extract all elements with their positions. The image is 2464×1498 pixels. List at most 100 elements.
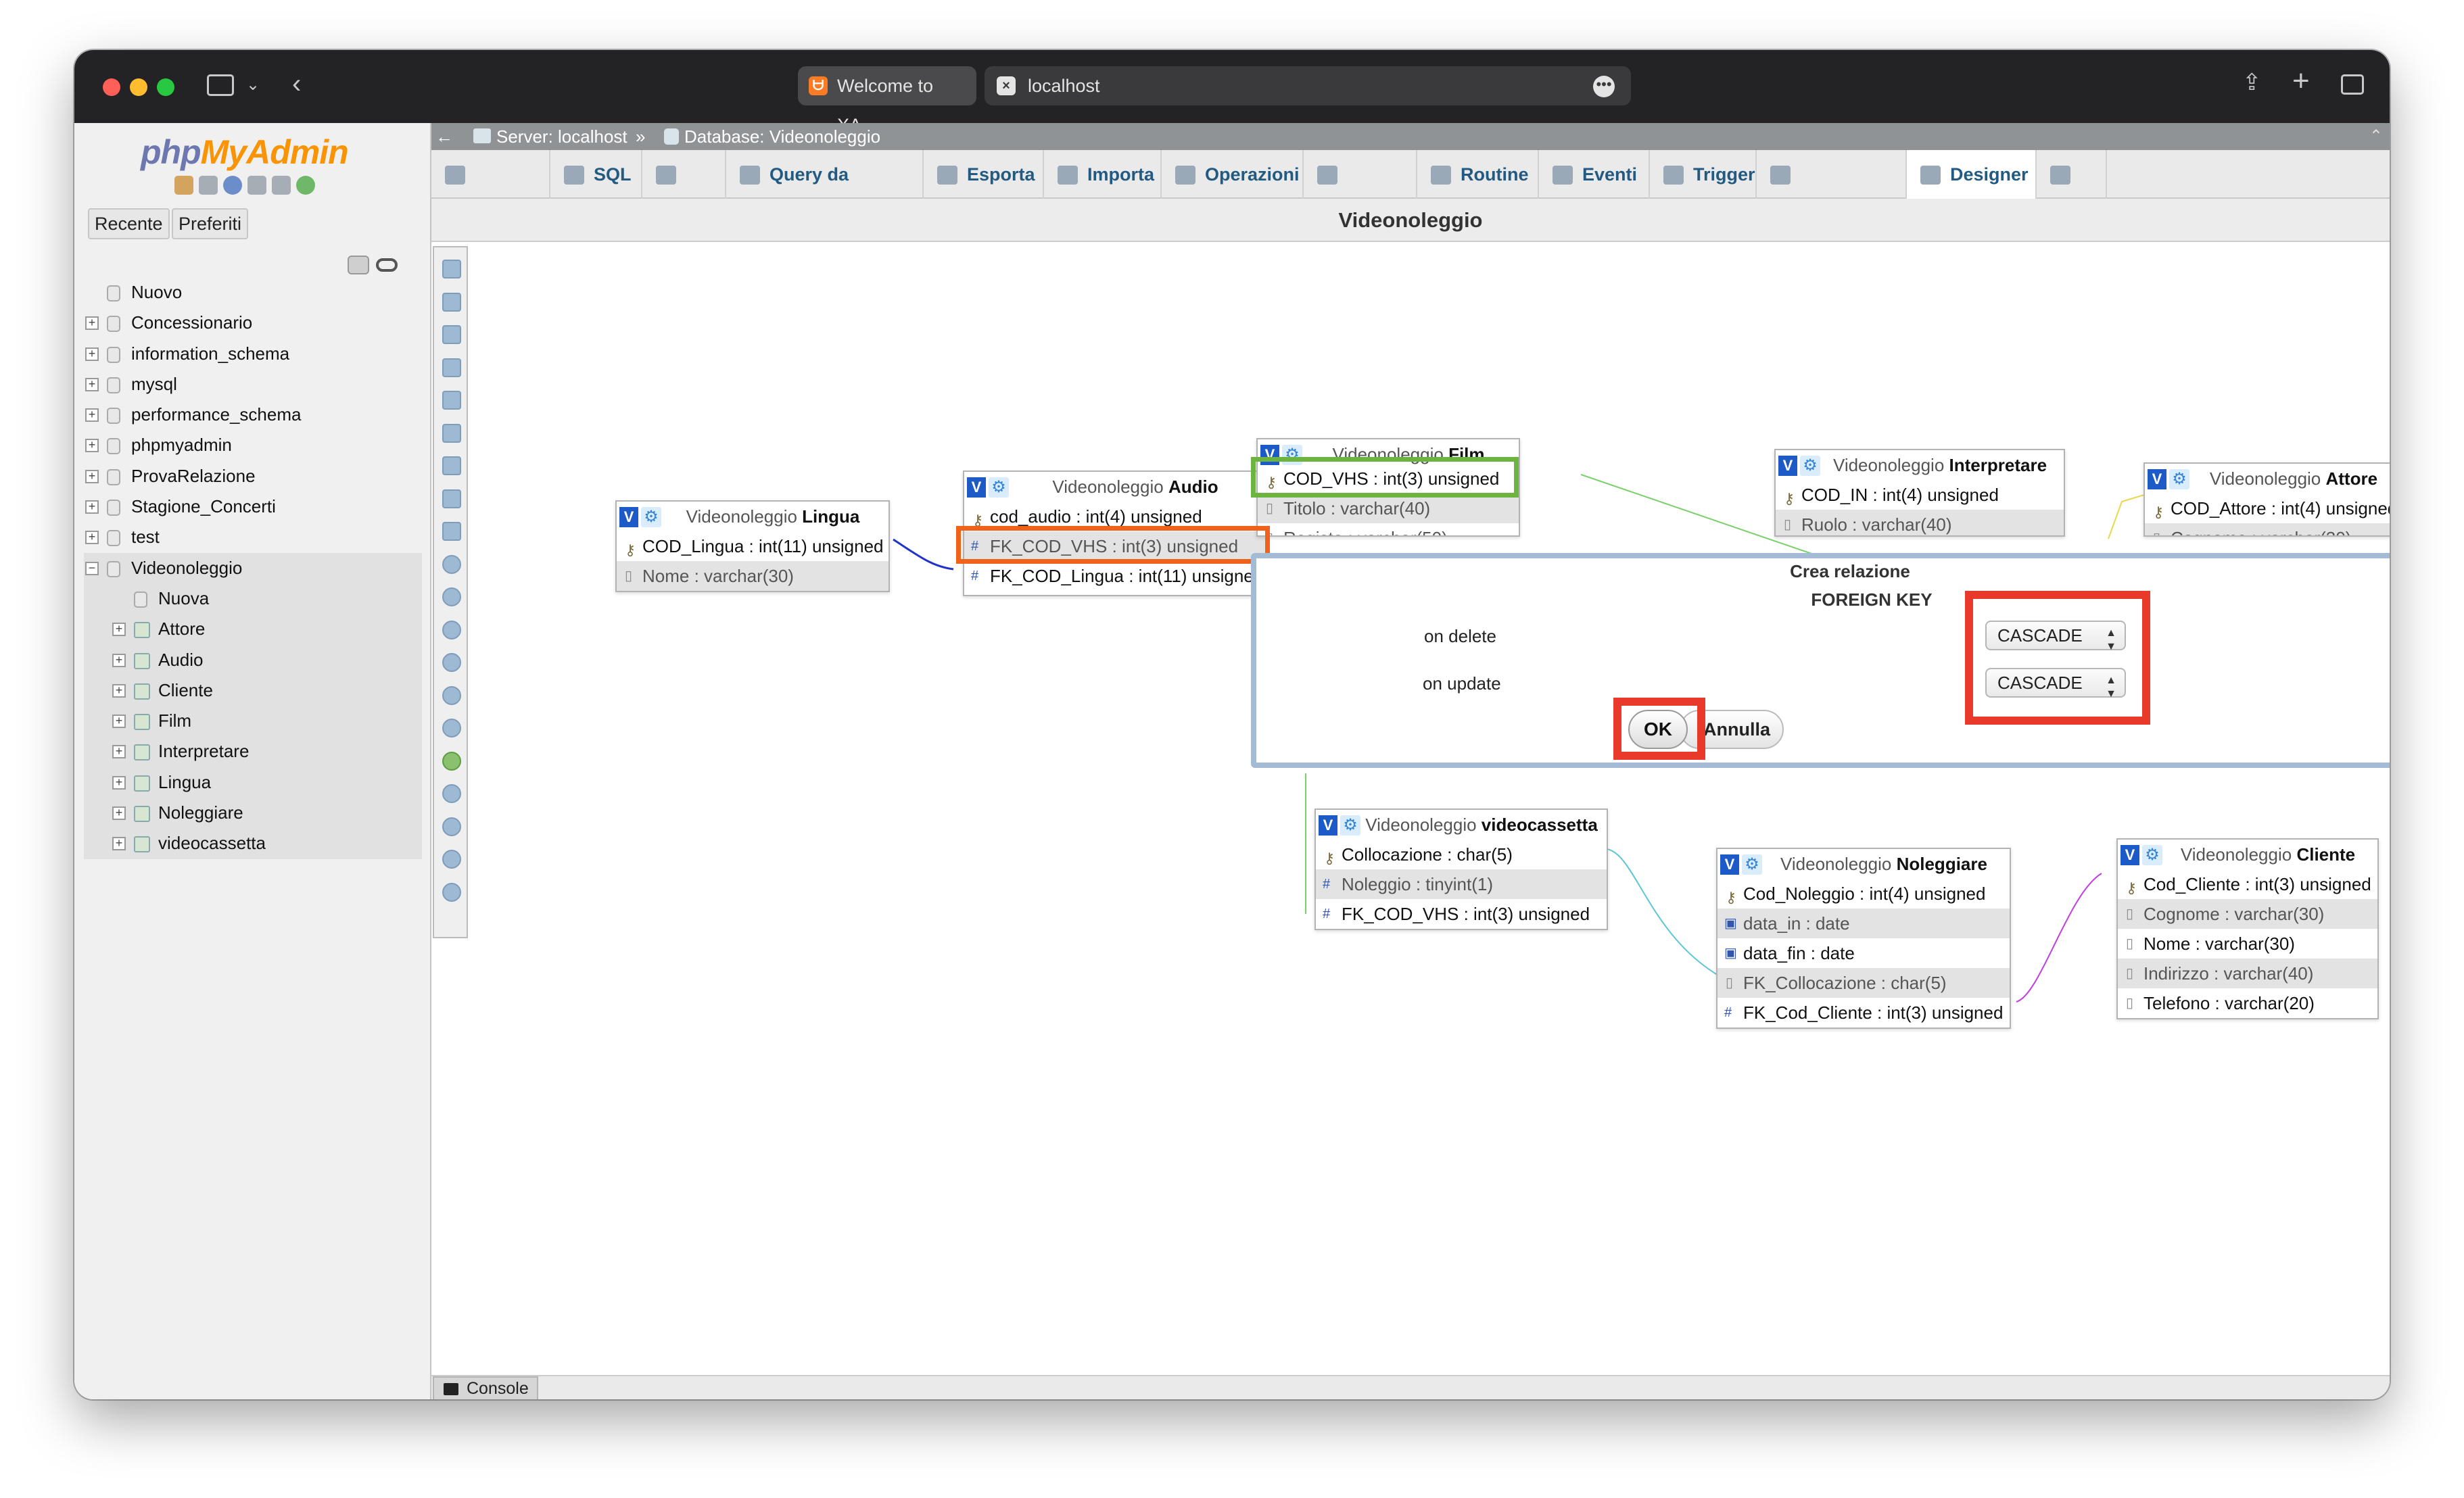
column-noleggio[interactable]: Noleggio : tinyint(1) bbox=[1342, 874, 1493, 894]
expand-icon[interactable]: + bbox=[112, 837, 126, 851]
column-data-fin[interactable]: data_fin : date bbox=[1743, 943, 1855, 963]
tree-item-attore[interactable]: + Attore bbox=[84, 614, 422, 645]
save-as-icon[interactable] bbox=[442, 456, 461, 475]
browser-tab-xampp[interactable]: ᗨ Welcome to XA... bbox=[798, 66, 976, 135]
tree-item-provarelazione[interactable]: + ProvaRelazione bbox=[84, 461, 422, 491]
tree-item-label[interactable]: Videonoleggio bbox=[131, 553, 242, 583]
phpmyadmin-logo[interactable]: phpMyAdmin bbox=[141, 132, 349, 172]
pin-text-icon[interactable] bbox=[442, 817, 461, 836]
tree-item-stagione-concerti[interactable]: + Stagione_Concerti bbox=[84, 491, 422, 522]
toggle-small-big-icon[interactable] bbox=[442, 685, 461, 705]
recent-button[interactable]: Recente bbox=[88, 208, 170, 239]
tree-item-mysql[interactable]: + mysql bbox=[84, 369, 422, 400]
column-cognome[interactable]: Cognome : varchar(30) bbox=[2171, 528, 2351, 535]
tree-item-concessionario[interactable]: + Concessionario bbox=[84, 308, 422, 338]
zoom-window-button[interactable] bbox=[157, 78, 174, 96]
column-fk-cod-cliente[interactable]: FK_Cod_Cliente : int(3) unsigned bbox=[1743, 1002, 2003, 1023]
column-collocazione[interactable]: Collocazione : char(5) bbox=[1342, 844, 1513, 865]
expand-icon[interactable]: + bbox=[112, 623, 126, 637]
angular-direct-icon[interactable] bbox=[442, 587, 461, 606]
column-cod-noleggio[interactable]: Cod_Noleggio : int(4) unsigned bbox=[1743, 884, 1985, 904]
tree-item-performance-schema[interactable]: + performance_schema bbox=[84, 400, 422, 430]
designer-table-attore[interactable]: V ⚙ Videonoleggio Attore ⚷ COD_Attore : int… bbox=[2143, 462, 2390, 537]
tree-item-phpmyadmin[interactable]: + phpmyadmin bbox=[84, 430, 422, 460]
tree-item-cliente[interactable]: + Cliente bbox=[84, 675, 422, 706]
tab-overview-icon[interactable] bbox=[2341, 74, 2364, 95]
tree-item-test[interactable]: + test bbox=[84, 522, 422, 552]
tree-item-label[interactable]: mysql bbox=[131, 369, 177, 400]
designer-table-interpretare[interactable]: V ⚙ Videonoleggio Interpretare ⚷ COD_IN : i… bbox=[1774, 449, 2065, 537]
tree-item-audio[interactable]: + Audio bbox=[84, 644, 422, 675]
tree-item-label[interactable]: phpmyadmin bbox=[131, 430, 232, 460]
column-cod-in[interactable]: COD_IN : int(4) unsigned bbox=[1801, 485, 1999, 505]
help-icon[interactable] bbox=[442, 850, 461, 869]
designer-table-noleggiare[interactable]: V ⚙ Videonoleggio Noleggiare ⚷ Cod_Noleggio… bbox=[1716, 848, 2011, 1029]
save-icon[interactable] bbox=[442, 423, 461, 443]
tree-item-label[interactable]: ProvaRelazione bbox=[131, 461, 256, 491]
home-icon[interactable] bbox=[174, 176, 193, 195]
tree-item-interpretare[interactable]: + Interpretare bbox=[84, 736, 422, 767]
tree-item-label[interactable]: performance_schema bbox=[131, 400, 301, 430]
expand-icon[interactable]: + bbox=[112, 683, 126, 698]
tree-item-label[interactable]: videocassetta bbox=[158, 828, 266, 859]
column-nome[interactable]: Nome : varchar(30) bbox=[642, 566, 794, 586]
tree-item-label[interactable]: Stagione_Concerti bbox=[131, 491, 276, 522]
new-tab-icon[interactable]: + bbox=[2292, 66, 2310, 96]
edit-page-icon[interactable] bbox=[442, 391, 461, 410]
export-schema-icon[interactable] bbox=[442, 522, 461, 541]
column-fk-cod-vhs[interactable]: FK_COD_VHS : int(3) unsigned bbox=[1342, 904, 1590, 924]
settings-icon[interactable] bbox=[272, 176, 291, 195]
tree-item-videonoleggio[interactable]: − Videonoleggio bbox=[84, 552, 422, 583]
column-regista[interactable]: Regista : varchar(50) bbox=[1283, 528, 1448, 535]
console-button[interactable]: Console bbox=[433, 1376, 538, 1399]
tree-item-label[interactable]: Attore bbox=[158, 614, 205, 644]
column-titolo[interactable]: Titolo : varchar(40) bbox=[1283, 498, 1430, 518]
column-cod-cliente[interactable]: Cod_Cliente : int(3) unsigned bbox=[2143, 874, 2371, 894]
column-cod-attore[interactable]: COD_Attore : int(4) unsigned bbox=[2171, 498, 2390, 518]
expand-icon[interactable]: + bbox=[85, 469, 99, 483]
tree-item-nuova[interactable]: Nuova bbox=[84, 583, 422, 614]
tree-item-label[interactable]: Audio bbox=[158, 645, 204, 675]
expand-icon[interactable]: + bbox=[85, 439, 99, 453]
expand-icon[interactable]: + bbox=[85, 316, 99, 331]
anchor-icon[interactable] bbox=[442, 882, 461, 902]
tree-item-label[interactable]: Interpretare bbox=[158, 736, 249, 767]
minimize-window-button[interactable] bbox=[130, 78, 147, 96]
more-icon[interactable]: ••• bbox=[1593, 76, 1615, 97]
add-tables-icon[interactable] bbox=[442, 325, 461, 344]
tree-item-noleggiare[interactable]: + Noleggiare bbox=[84, 798, 422, 829]
logout-icon[interactable] bbox=[199, 176, 218, 195]
sidebar-toggle-icon[interactable] bbox=[207, 74, 234, 96]
expand-icon[interactable]: + bbox=[85, 408, 99, 422]
close-icon[interactable]: × bbox=[997, 76, 1016, 95]
tree-item-videocassetta[interactable]: + videocassetta bbox=[84, 828, 422, 859]
toggle-menu-icon[interactable] bbox=[442, 260, 461, 279]
link-icon[interactable] bbox=[376, 258, 398, 272]
tree-item-label[interactable]: Cliente bbox=[158, 675, 213, 706]
back-icon[interactable]: ‹ bbox=[292, 70, 301, 97]
delete-page-icon[interactable] bbox=[442, 489, 461, 508]
tree-item-label[interactable]: Nuovo bbox=[131, 277, 182, 308]
expand-icon[interactable]: + bbox=[85, 531, 99, 545]
tree-item-lingua[interactable]: + Lingua bbox=[84, 767, 422, 798]
move-menu-icon[interactable] bbox=[442, 784, 461, 803]
column-fk-cod-lingua[interactable]: FK_COD_Lingua : int(11) unsigned bbox=[990, 566, 1263, 586]
expand-icon[interactable]: + bbox=[85, 377, 99, 391]
column-fk-collocazione[interactable]: FK_Collocazione : char(5) bbox=[1743, 973, 1947, 993]
tree-item-label[interactable]: Film bbox=[158, 706, 191, 736]
column-data-in[interactable]: data_in : date bbox=[1743, 913, 1850, 934]
expand-icon[interactable]: + bbox=[85, 347, 99, 361]
column-cognome[interactable]: Cognome : varchar(30) bbox=[2143, 904, 2324, 924]
build-query-icon[interactable] bbox=[442, 751, 461, 771]
expand-icon[interactable]: + bbox=[112, 745, 126, 759]
column-nome[interactable]: Nome : varchar(30) bbox=[2143, 934, 2295, 954]
fit-screen-icon[interactable] bbox=[442, 292, 461, 312]
reload-icon[interactable] bbox=[296, 176, 315, 195]
expand-icon[interactable]: + bbox=[85, 500, 99, 514]
column-cod-lingua[interactable]: COD_Lingua : int(11) unsigned bbox=[642, 536, 884, 556]
tree-item-label[interactable]: Lingua bbox=[158, 767, 211, 798]
favorites-button[interactable]: Preferiti bbox=[172, 208, 249, 239]
toggle-relations-icon[interactable] bbox=[442, 719, 461, 738]
designer-table-cliente[interactable]: V ⚙ Videonoleggio Cliente ⚷ Cod_Cliente : i… bbox=[2116, 838, 2379, 1019]
tree-item-label[interactable]: Noleggiare bbox=[158, 798, 243, 828]
